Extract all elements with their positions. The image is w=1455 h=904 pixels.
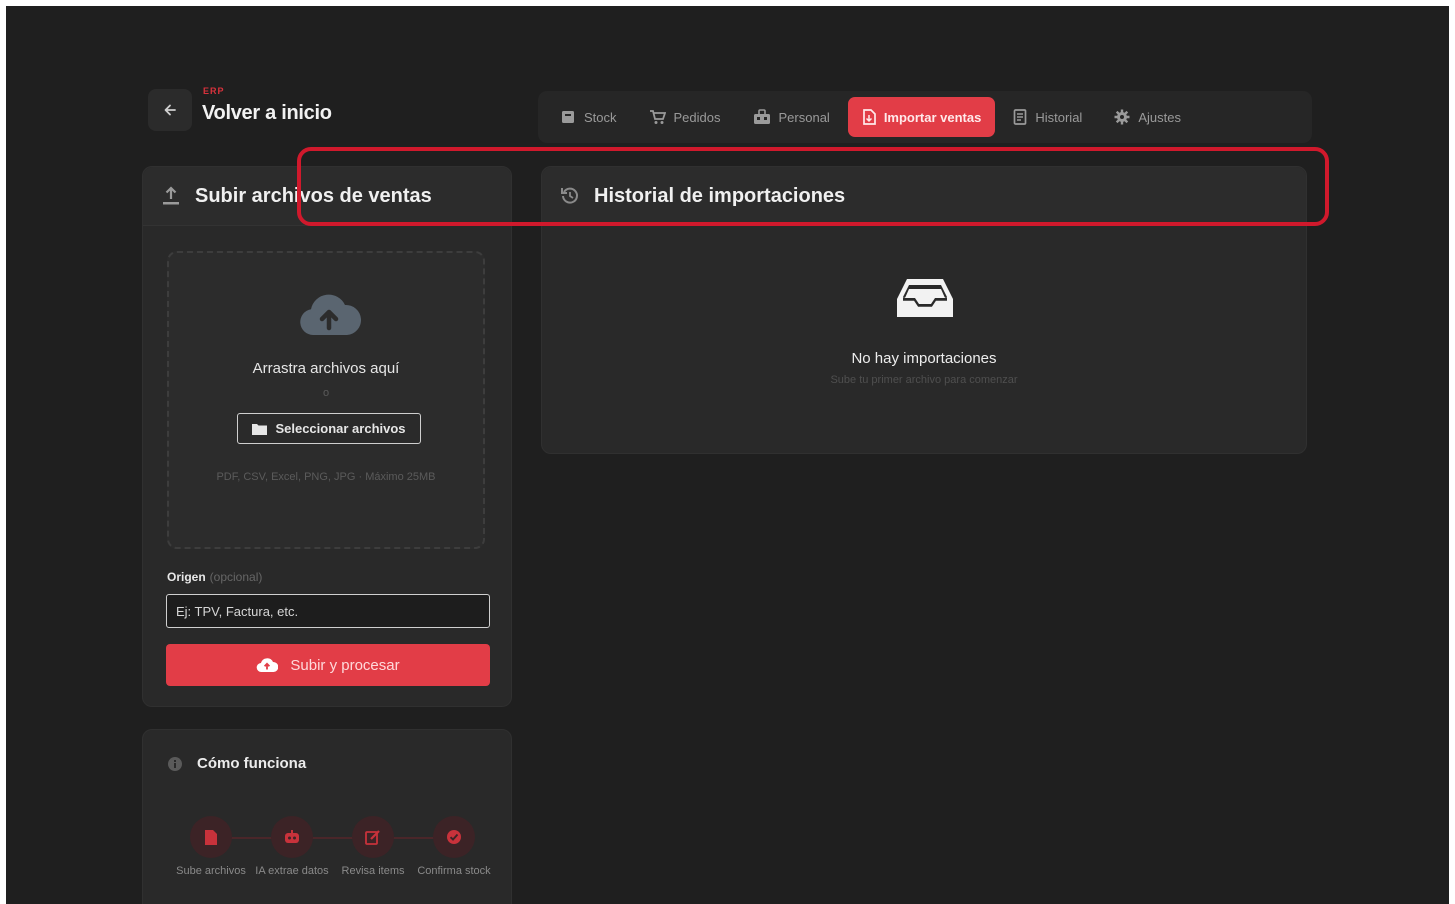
tab-importar-ventas[interactable]: Importar ventas [847,97,996,137]
step-ai-extract-circle [271,816,313,858]
step-confirm: Confirma stock [414,816,494,878]
tab-ajustes[interactable]: Ajustes [1100,97,1195,137]
upload-process-button[interactable]: Subir y procesar [166,644,490,686]
upload-process-label: Subir y procesar [290,656,400,674]
empty-state-subtitle: Sube tu primer archivo para comenzar [830,374,1018,386]
tab-pedidos-label: Pedidos [673,109,721,125]
step-ai-extract: IA extrae datos [252,816,332,878]
upload-panel-title: Subir archivos de ventas [195,184,432,207]
step-review-circle [352,816,394,858]
steps-row: Sube archivos IA extrae datos Revisa ite… [176,816,491,904]
check-circle-icon [447,830,461,844]
file-import-icon [862,109,876,125]
upload-panel-header: Subir archivos de ventas [143,167,511,226]
info-icon [168,756,182,771]
receipt-icon [1014,109,1027,125]
cloud-upload-small-icon [257,658,279,673]
step-upload: Sube archivos [171,816,251,878]
history-icon [561,187,578,204]
tab-historial-label: Historial [1035,109,1083,125]
step-confirm-label: Confirma stock [417,865,491,877]
import-history-panel: Historial de importaciones No hay import… [541,166,1307,454]
back-to-home-link[interactable]: Volver a inicio [202,102,332,125]
step-review: Revisa items [333,816,413,878]
select-files-label: Seleccionar archivos [275,421,406,436]
tab-stock-label: Stock [584,109,617,125]
robot-icon [285,830,299,843]
app-screen: ERP Volver a inicio Stock Pedidos Person… [6,6,1449,904]
tab-personal-label: Personal [778,109,830,125]
edit-icon [365,830,380,845]
origin-input[interactable] [166,594,490,628]
gear-icon [1114,109,1130,125]
cart-icon [649,110,666,124]
tab-personal[interactable]: Personal [739,97,844,137]
tab-stock[interactable]: Stock [546,97,631,137]
main-nav: Stock Pedidos Personal Importar ventas H… [538,91,1312,143]
team-icon [753,109,770,124]
step-confirm-circle [433,816,475,858]
dropzone-or: o [322,387,330,399]
file-icon [205,829,217,845]
origin-label: Origen (opcional) [167,570,262,584]
history-panel-header: Historial de importaciones [542,167,1306,226]
tab-ajustes-label: Ajustes [1138,109,1181,125]
step-upload-label: Sube archivos [176,865,246,877]
cloud-upload-icon [300,294,361,335]
how-it-works-panel: Cómo funciona Sube archivos IA extrae da… [142,729,512,904]
origin-label-text: Origen [167,570,206,584]
how-it-works-header: Cómo funciona [143,730,511,772]
how-it-works-title: Cómo funciona [197,755,307,772]
arrow-left-icon [164,104,176,116]
dropzone-text: Arrastra archivos aquí [252,360,400,377]
box-icon [562,111,574,123]
step-upload-circle [190,816,232,858]
folder-icon [252,423,268,435]
tab-importar-ventas-label: Importar ventas [883,109,982,125]
empty-state-title: No hay importaciones [851,350,997,367]
tab-historial[interactable]: Historial [999,97,1096,137]
select-files-button[interactable]: Seleccionar archivos [237,413,421,444]
step-review-label: Revisa items [341,865,405,877]
step-ai-extract-label: IA extrae datos [255,865,329,877]
inbox-icon [897,279,953,317]
tab-pedidos[interactable]: Pedidos [635,97,735,137]
accepted-formats: PDF, CSV, Excel, PNG, JPG · Máximo 25MB [216,471,436,483]
upload-panel: Subir archivos de ventas Arrastra archiv… [142,166,512,707]
upload-icon [163,186,179,205]
file-dropzone[interactable]: Arrastra archivos aquí o Seleccionar arc… [167,251,485,549]
back-button[interactable] [148,89,192,131]
history-panel-title: Historial de importaciones [594,184,846,207]
origin-optional: (opcional) [209,570,263,584]
brand-mark: ERP [203,86,225,96]
